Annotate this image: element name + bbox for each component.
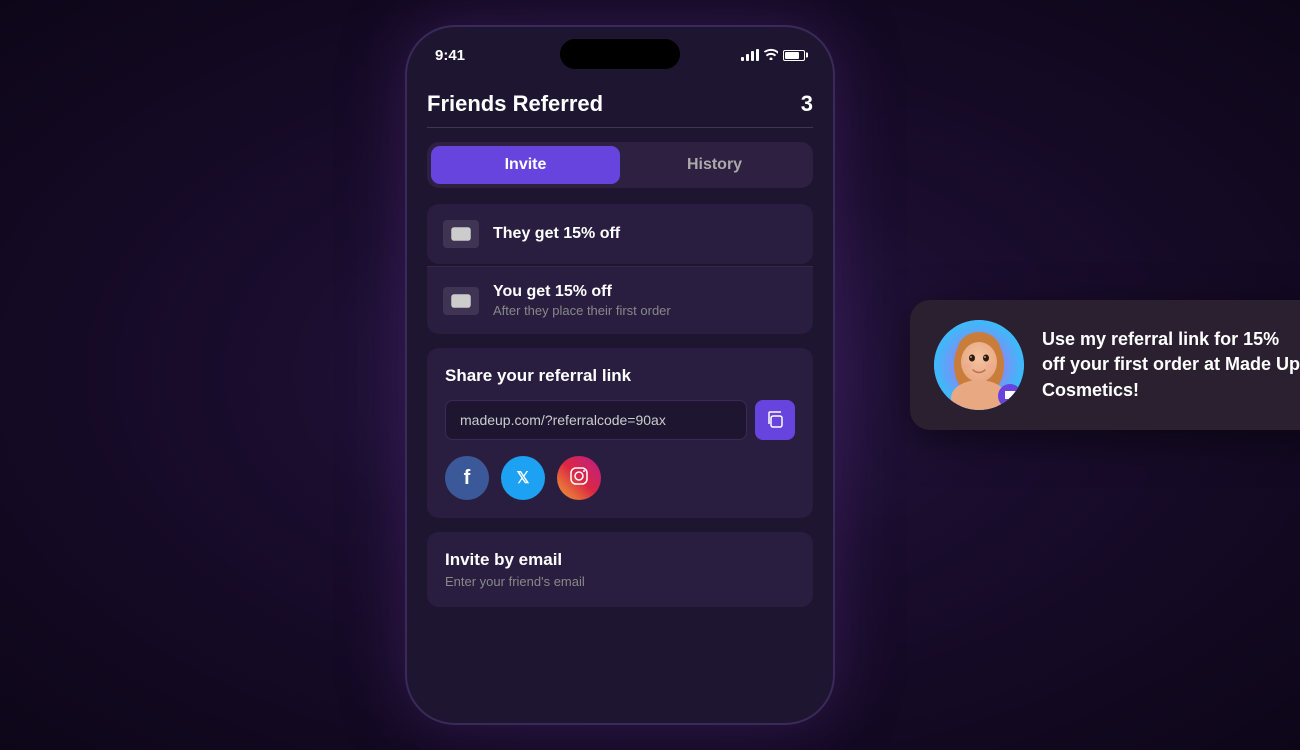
copy-icon [766,411,784,429]
message-icon [1004,390,1017,403]
phone-frame: 9:41 Friends Referred 3 [405,25,835,725]
twitter-button[interactable]: 𝕏 [501,456,545,500]
email-section-title: Invite by email [445,550,795,570]
facebook-button[interactable]: f [445,456,489,500]
coupon-icon-1 [443,220,479,248]
message-badge [998,384,1022,408]
signal-icon [741,49,759,61]
coupon-icon-2 [443,287,479,315]
status-icons [741,48,805,63]
page-title: Friends Referred [427,91,603,117]
instagram-icon [569,466,589,491]
tab-invite[interactable]: Invite [431,146,620,184]
status-bar: 9:41 [407,27,833,71]
page-header: Friends Referred 3 [427,71,813,127]
share-title: Share your referral link [445,366,795,386]
battery-icon [783,50,805,61]
share-section: Share your referral link f 𝕏 [427,348,813,518]
instagram-button[interactable] [557,456,601,500]
referral-row [445,400,795,440]
tab-bar: Invite History [427,142,813,188]
notification-text: Use my referral link for 15% off your fi… [1042,327,1300,403]
header-divider [427,127,813,128]
dynamic-island [560,39,680,69]
copy-button[interactable] [755,400,795,440]
benefit-card-they-get: They get 15% off [427,204,813,264]
wifi-icon [764,48,778,63]
social-buttons-row: f 𝕏 [445,456,795,500]
notification-card: Use my referral link for 15% off your fi… [910,300,1300,430]
avatar [934,320,1024,410]
you-get-subtext: After they place their first order [493,303,671,318]
email-section-subtitle: Enter your friend's email [445,574,795,589]
facebook-icon: f [464,467,471,490]
you-get-text: You get 15% off [493,283,671,301]
phone-content: Friends Referred 3 Invite History The [407,71,833,607]
friends-count: 3 [801,91,813,117]
benefit-card-you-get: You get 15% off After they place their f… [427,267,813,334]
email-section: Invite by email Enter your friend's emai… [427,532,813,607]
status-time: 9:41 [435,47,465,64]
tab-history[interactable]: History [620,146,809,184]
referral-url-input[interactable] [445,400,747,440]
they-get-text: They get 15% off [493,225,620,243]
twitter-icon: 𝕏 [517,468,530,488]
